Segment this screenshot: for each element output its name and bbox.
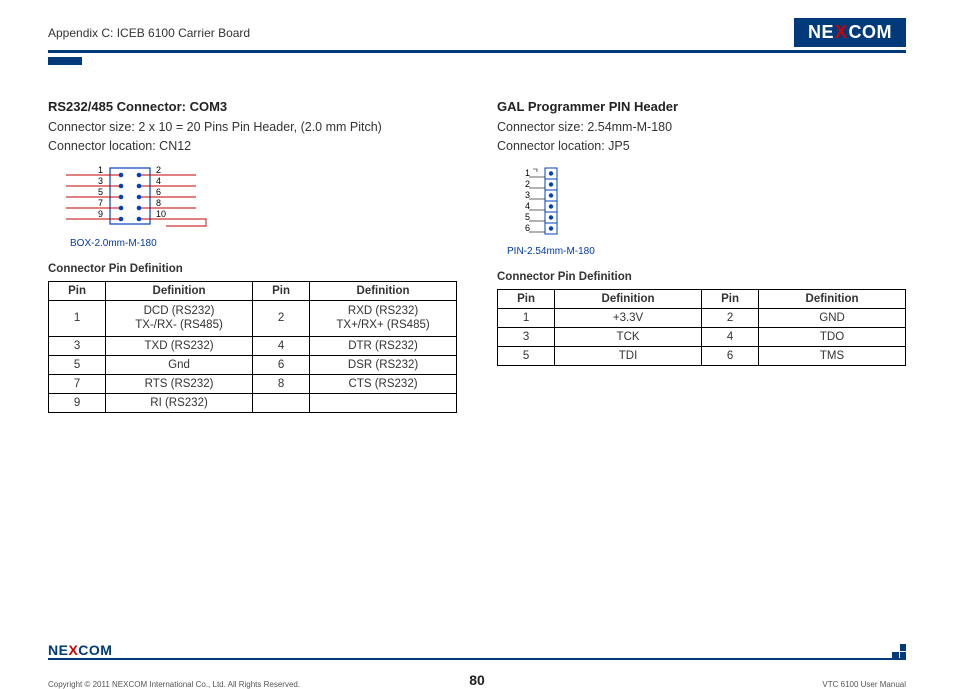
svg-text:8: 8 <box>156 198 161 208</box>
doc-name: VTC 6100 User Manual <box>822 680 906 689</box>
left-table: Pin Definition Pin Definition 1 DCD (RS2… <box>48 281 457 414</box>
svg-text:3: 3 <box>98 176 103 186</box>
cell: CTS (RS232) <box>310 375 457 394</box>
cell: 2 <box>252 300 309 337</box>
svg-text:7: 7 <box>98 198 103 208</box>
cell: 8 <box>252 375 309 394</box>
cell <box>252 394 309 413</box>
cell: DTR (RS232) <box>310 337 457 356</box>
cell <box>310 394 457 413</box>
cell: TDI <box>555 346 702 365</box>
svg-text:6: 6 <box>156 187 161 197</box>
right-caption: PIN-2.54mm-M-180 <box>507 246 906 257</box>
svg-text:4: 4 <box>525 201 530 211</box>
svg-text:6: 6 <box>525 223 530 233</box>
logo-x: X <box>835 22 848 43</box>
left-size: Connector size: 2 x 10 = 20 Pins Pin Hea… <box>48 118 457 137</box>
cell: 1 <box>498 308 555 327</box>
cell: 6 <box>701 346 758 365</box>
th-pin2: Pin <box>252 281 309 300</box>
svg-text:2: 2 <box>525 179 530 189</box>
appendix-label: Appendix C: ICEB 6100 Carrier Board <box>48 26 250 40</box>
svg-text:9: 9 <box>98 209 103 219</box>
th-pin: Pin <box>49 281 106 300</box>
cell: 5 <box>498 346 555 365</box>
right-subhead: Connector Pin Definition <box>497 271 906 283</box>
svg-text:10: 10 <box>156 209 166 219</box>
left-location: Connector location: CN12 <box>48 137 457 156</box>
cell: 6 <box>252 356 309 375</box>
cell: Gnd <box>106 356 253 375</box>
cell: 3 <box>49 337 106 356</box>
right-location: Connector location: JP5 <box>497 137 906 156</box>
left-subhead: Connector Pin Definition <box>48 263 457 275</box>
cell: TDO <box>759 327 906 346</box>
cell: DSR (RS232) <box>310 356 457 375</box>
cell: GND <box>759 308 906 327</box>
cell: 3 <box>498 327 555 346</box>
th-def: Definition <box>555 289 702 308</box>
right-title: GAL Programmer PIN Header <box>497 99 906 114</box>
svg-text:3: 3 <box>525 190 530 200</box>
logo-post: COM <box>849 22 893 43</box>
th-def2: Definition <box>310 281 457 300</box>
cell: 7 <box>49 375 106 394</box>
copyright: Copyright © 2011 NEXCOM International Co… <box>48 680 300 689</box>
cell: +3.3V <box>555 308 702 327</box>
cell: 9 <box>49 394 106 413</box>
right-diagram: 1 2 3 4 5 6 <box>515 166 906 238</box>
footer-logo: NEXCOM <box>48 642 112 658</box>
footer-decoration <box>892 644 906 658</box>
svg-text:5: 5 <box>98 187 103 197</box>
left-section: RS232/485 Connector: COM3 Connector size… <box>48 99 457 413</box>
logo-pre: NE <box>808 22 834 43</box>
svg-text:4: 4 <box>156 176 161 186</box>
page-number: 80 <box>469 672 485 688</box>
svg-text:2: 2 <box>156 166 161 175</box>
svg-text:5: 5 <box>525 212 530 222</box>
cell: TXD (RS232) <box>106 337 253 356</box>
cell: 1 <box>49 300 106 337</box>
header-tab <box>48 57 82 65</box>
right-section: GAL Programmer PIN Header Connector size… <box>497 99 906 413</box>
cell: TMS <box>759 346 906 365</box>
th-pin2: Pin <box>701 289 758 308</box>
cell: RXD (RS232)TX+/RX+ (RS485) <box>310 300 457 337</box>
th-pin: Pin <box>498 289 555 308</box>
logo: NEXCOM <box>794 18 906 47</box>
left-diagram: 1 3 5 7 9 2 4 6 8 10 <box>66 166 457 230</box>
th-def: Definition <box>106 281 253 300</box>
cell: RTS (RS232) <box>106 375 253 394</box>
cell: 4 <box>701 327 758 346</box>
right-table: Pin Definition Pin Definition 1 +3.3V 2 … <box>497 289 906 366</box>
th-def2: Definition <box>759 289 906 308</box>
cell: DCD (RS232)TX-/RX- (RS485) <box>106 300 253 337</box>
cell: RI (RS232) <box>106 394 253 413</box>
cell: 5 <box>49 356 106 375</box>
cell: 2 <box>701 308 758 327</box>
cell: TCK <box>555 327 702 346</box>
cell: 4 <box>252 337 309 356</box>
svg-text:1: 1 <box>98 166 103 175</box>
footer: NEXCOM Copyright © 2011 NEXCOM Internati… <box>0 642 954 672</box>
right-size: Connector size: 2.54mm-M-180 <box>497 118 906 137</box>
left-title: RS232/485 Connector: COM3 <box>48 99 457 114</box>
left-caption: BOX-2.0mm-M-180 <box>70 238 457 249</box>
svg-text:1: 1 <box>525 168 530 178</box>
